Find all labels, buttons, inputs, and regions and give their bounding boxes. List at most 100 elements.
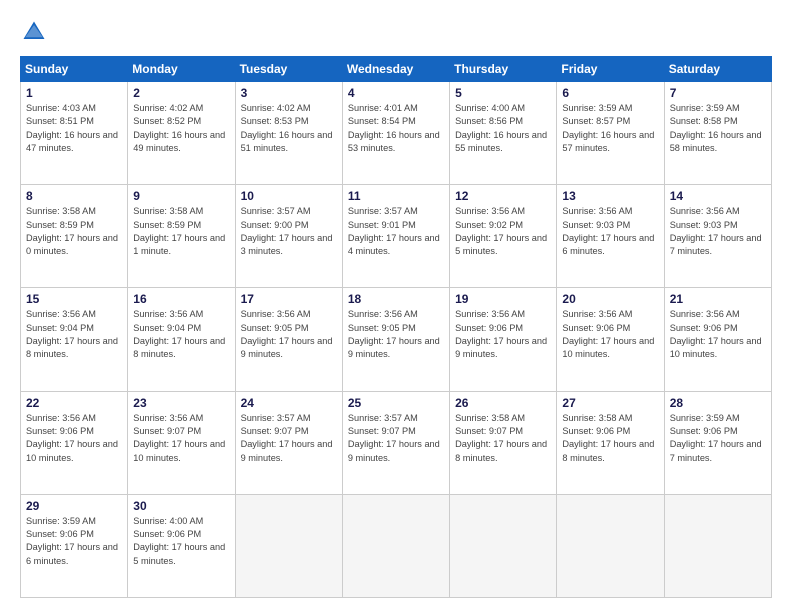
day-info: Sunrise: 3:58 AMSunset: 9:06 PMDaylight:… <box>562 412 658 465</box>
day-number: 18 <box>348 292 444 306</box>
col-header-saturday: Saturday <box>664 57 771 82</box>
calendar-cell: 7 Sunrise: 3:59 AMSunset: 8:58 PMDaylight… <box>664 82 771 185</box>
day-info: Sunrise: 3:56 AMSunset: 9:04 PMDaylight:… <box>133 308 229 361</box>
calendar-cell: 13 Sunrise: 3:56 AMSunset: 9:03 PMDayligh… <box>557 185 664 288</box>
col-header-friday: Friday <box>557 57 664 82</box>
col-header-thursday: Thursday <box>450 57 557 82</box>
day-number: 23 <box>133 396 229 410</box>
day-info: Sunrise: 3:56 AMSunset: 9:07 PMDaylight:… <box>133 412 229 465</box>
day-info: Sunrise: 3:59 AMSunset: 8:57 PMDaylight:… <box>562 102 658 155</box>
calendar-cell <box>342 494 449 597</box>
day-info: Sunrise: 3:56 AMSunset: 9:06 PMDaylight:… <box>670 308 766 361</box>
day-info: Sunrise: 3:59 AMSunset: 8:58 PMDaylight:… <box>670 102 766 155</box>
day-info: Sunrise: 4:03 AMSunset: 8:51 PMDaylight:… <box>26 102 122 155</box>
calendar-cell: 29 Sunrise: 3:59 AMSunset: 9:06 PMDayligh… <box>21 494 128 597</box>
day-info: Sunrise: 3:56 AMSunset: 9:05 PMDaylight:… <box>348 308 444 361</box>
day-info: Sunrise: 3:56 AMSunset: 9:06 PMDaylight:… <box>26 412 122 465</box>
calendar-cell: 26Sunrise: 3:58 AMSunset: 9:07 PMDayligh… <box>450 391 557 494</box>
day-number: 15 <box>26 292 122 306</box>
day-info: Sunrise: 3:58 AMSunset: 9:07 PMDaylight:… <box>455 412 551 465</box>
day-info: Sunrise: 3:56 AMSunset: 9:04 PMDaylight:… <box>26 308 122 361</box>
day-info: Sunrise: 3:56 AMSunset: 9:05 PMDaylight:… <box>241 308 337 361</box>
calendar-row: 22 Sunrise: 3:56 AMSunset: 9:06 PMDayligh… <box>21 391 772 494</box>
day-number: 14 <box>670 189 766 203</box>
day-info: Sunrise: 3:56 AMSunset: 9:06 PMDaylight:… <box>455 308 551 361</box>
calendar-cell: 23 Sunrise: 3:56 AMSunset: 9:07 PMDayligh… <box>128 391 235 494</box>
day-info: Sunrise: 3:57 AMSunset: 9:07 PMDaylight:… <box>348 412 444 465</box>
day-number: 12 <box>455 189 551 203</box>
calendar-cell: 20 Sunrise: 3:56 AMSunset: 9:06 PMDayligh… <box>557 288 664 391</box>
calendar-cell: 12 Sunrise: 3:56 AMSunset: 9:02 PMDayligh… <box>450 185 557 288</box>
calendar-cell: 15 Sunrise: 3:56 AMSunset: 9:04 PMDayligh… <box>21 288 128 391</box>
day-number: 13 <box>562 189 658 203</box>
calendar-cell: 3Sunrise: 4:02 AMSunset: 8:53 PMDaylight… <box>235 82 342 185</box>
calendar-cell: 10Sunrise: 3:57 AMSunset: 9:00 PMDayligh… <box>235 185 342 288</box>
calendar-cell: 27 Sunrise: 3:58 AMSunset: 9:06 PMDayligh… <box>557 391 664 494</box>
calendar-cell: 22 Sunrise: 3:56 AMSunset: 9:06 PMDayligh… <box>21 391 128 494</box>
day-number: 29 <box>26 499 122 513</box>
day-info: Sunrise: 4:00 AMSunset: 8:56 PMDaylight:… <box>455 102 551 155</box>
day-number: 11 <box>348 189 444 203</box>
calendar-row: 8 Sunrise: 3:58 AMSunset: 8:59 PMDaylight… <box>21 185 772 288</box>
col-header-sunday: Sunday <box>21 57 128 82</box>
day-info: Sunrise: 3:56 AMSunset: 9:03 PMDaylight:… <box>670 205 766 258</box>
day-number: 21 <box>670 292 766 306</box>
day-info: Sunrise: 3:57 AMSunset: 9:00 PMDaylight:… <box>241 205 337 258</box>
day-info: Sunrise: 3:56 AMSunset: 9:06 PMDaylight:… <box>562 308 658 361</box>
calendar-cell <box>664 494 771 597</box>
calendar-row: 29 Sunrise: 3:59 AMSunset: 9:06 PMDayligh… <box>21 494 772 597</box>
calendar-cell: 8 Sunrise: 3:58 AMSunset: 8:59 PMDaylight… <box>21 185 128 288</box>
day-number: 3 <box>241 86 337 100</box>
calendar-cell: 18 Sunrise: 3:56 AMSunset: 9:05 PMDayligh… <box>342 288 449 391</box>
day-number: 8 <box>26 189 122 203</box>
calendar-row: 1 Sunrise: 4:03 AMSunset: 8:51 PMDaylight… <box>21 82 772 185</box>
calendar-cell: 6 Sunrise: 3:59 AMSunset: 8:57 PMDaylight… <box>557 82 664 185</box>
calendar-cell <box>235 494 342 597</box>
calendar-row: 15 Sunrise: 3:56 AMSunset: 9:04 PMDayligh… <box>21 288 772 391</box>
day-number: 30 <box>133 499 229 513</box>
day-number: 27 <box>562 396 658 410</box>
day-number: 5 <box>455 86 551 100</box>
day-info: Sunrise: 3:56 AMSunset: 9:03 PMDaylight:… <box>562 205 658 258</box>
header <box>20 18 772 46</box>
day-number: 17 <box>241 292 337 306</box>
calendar-cell: 9 Sunrise: 3:58 AMSunset: 8:59 PMDaylight… <box>128 185 235 288</box>
day-info: Sunrise: 3:56 AMSunset: 9:02 PMDaylight:… <box>455 205 551 258</box>
day-number: 24 <box>241 396 337 410</box>
day-info: Sunrise: 3:59 AMSunset: 9:06 PMDaylight:… <box>670 412 766 465</box>
calendar-cell: 2Sunrise: 4:02 AMSunset: 8:52 PMDaylight… <box>128 82 235 185</box>
day-number: 16 <box>133 292 229 306</box>
calendar-cell: 1 Sunrise: 4:03 AMSunset: 8:51 PMDaylight… <box>21 82 128 185</box>
calendar-cell: 5 Sunrise: 4:00 AMSunset: 8:56 PMDaylight… <box>450 82 557 185</box>
calendar-table: SundayMondayTuesdayWednesdayThursdayFrid… <box>20 56 772 598</box>
day-number: 20 <box>562 292 658 306</box>
day-info: Sunrise: 3:58 AMSunset: 8:59 PMDaylight:… <box>133 205 229 258</box>
day-info: Sunrise: 3:58 AMSunset: 8:59 PMDaylight:… <box>26 205 122 258</box>
day-number: 25 <box>348 396 444 410</box>
day-number: 6 <box>562 86 658 100</box>
calendar-cell: 19 Sunrise: 3:56 AMSunset: 9:06 PMDayligh… <box>450 288 557 391</box>
day-number: 9 <box>133 189 229 203</box>
day-number: 2 <box>133 86 229 100</box>
day-number: 19 <box>455 292 551 306</box>
calendar-cell: 21 Sunrise: 3:56 AMSunset: 9:06 PMDayligh… <box>664 288 771 391</box>
day-info: Sunrise: 4:00 AMSunset: 9:06 PMDaylight:… <box>133 515 229 568</box>
day-info: Sunrise: 4:01 AMSunset: 8:54 PMDaylight:… <box>348 102 444 155</box>
logo <box>20 18 52 46</box>
page: SundayMondayTuesdayWednesdayThursdayFrid… <box>0 0 792 612</box>
calendar-cell: 24 Sunrise: 3:57 AMSunset: 9:07 PMDayligh… <box>235 391 342 494</box>
calendar-cell <box>450 494 557 597</box>
col-header-wednesday: Wednesday <box>342 57 449 82</box>
day-number: 22 <box>26 396 122 410</box>
day-info: Sunrise: 3:57 AMSunset: 9:07 PMDaylight:… <box>241 412 337 465</box>
day-info: Sunrise: 3:59 AMSunset: 9:06 PMDaylight:… <box>26 515 122 568</box>
calendar-cell: 25 Sunrise: 3:57 AMSunset: 9:07 PMDayligh… <box>342 391 449 494</box>
calendar-cell: 28Sunrise: 3:59 AMSunset: 9:06 PMDayligh… <box>664 391 771 494</box>
calendar-cell: 17 Sunrise: 3:56 AMSunset: 9:05 PMDayligh… <box>235 288 342 391</box>
calendar-cell: 4 Sunrise: 4:01 AMSunset: 8:54 PMDaylight… <box>342 82 449 185</box>
day-number: 4 <box>348 86 444 100</box>
day-number: 7 <box>670 86 766 100</box>
logo-icon <box>20 18 48 46</box>
col-header-tuesday: Tuesday <box>235 57 342 82</box>
day-number: 1 <box>26 86 122 100</box>
